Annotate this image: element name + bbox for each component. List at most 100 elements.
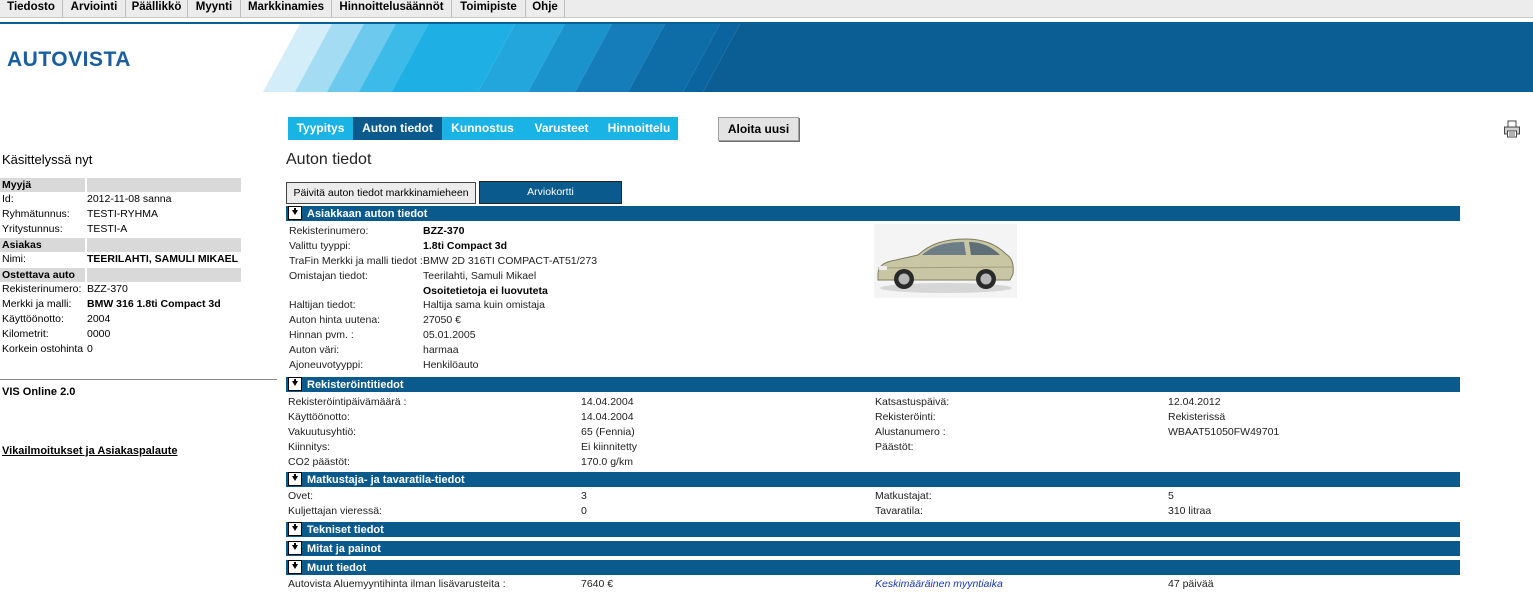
company-label: Yritystunnus: — [2, 223, 63, 235]
seller-header: Myyjä — [0, 178, 241, 192]
left-divider — [0, 379, 277, 380]
id-label: Id: — [2, 193, 14, 205]
customer-header: Asiakas — [0, 238, 241, 252]
avg-sales-time-wrapper: Keskimääräinen myyntiaika — [875, 577, 1003, 592]
download-icon[interactable] — [288, 206, 302, 220]
price-date-value: 05.01.2005 — [423, 329, 476, 341]
price-new-label: Auton hinta uutena: — [289, 314, 381, 326]
doors-value: 3 — [581, 490, 587, 502]
section-registration[interactable]: Rekisteröintitiedot — [286, 377, 1460, 392]
section-other[interactable]: Muut tiedot — [286, 560, 1460, 575]
autovista-logo[interactable]: AUTOVISTA — [7, 48, 131, 72]
tab-hinnoittelu[interactable]: Hinnoittelu — [600, 117, 678, 140]
vin-label: Alustanumero : — [875, 426, 946, 438]
trafin-label: TraFin Merkki ja malli tiedot : — [289, 255, 423, 267]
holder-value: Haltija sama kuin omistaja — [423, 299, 545, 311]
model-value: BMW 316 1.8ti Compact 3d — [87, 298, 221, 310]
section-title: Asiakkaan auton tiedot — [307, 208, 428, 220]
car-type-label: Valittu tyyppi: — [289, 240, 351, 252]
inspection-label: Katsastuspäivä: — [875, 396, 950, 408]
feedback-link[interactable]: Vikailmoitukset ja Asiakaspalaute — [2, 445, 177, 457]
name-value: TEERILAHTI, SAMULI MIKAEL — [87, 253, 239, 265]
car-photo — [874, 224, 1017, 298]
reg-date-label: Rekisteröintipäivämäärä : — [288, 396, 407, 408]
co2-value: 170.0 g/km — [581, 456, 633, 468]
color-label: Auton väri: — [289, 344, 340, 356]
price-date-label: Hinnan pvm. : — [289, 329, 354, 341]
menu-arviointi[interactable]: Arviointi — [63, 0, 126, 17]
tab-tyypitys[interactable]: Tyypitys — [288, 117, 353, 140]
menu-hinnoittelusaannot[interactable]: Hinnoittelusäännöt — [332, 0, 452, 17]
section-technical[interactable]: Tekniset tiedot — [286, 522, 1460, 537]
tab-varusteet[interactable]: Varusteet — [523, 117, 600, 140]
vehicle-type-value: Henkilöauto — [423, 359, 479, 371]
price-new-value: 27050 € — [423, 314, 461, 326]
model-label: Merkki ja malli: — [2, 298, 72, 310]
max-price-label: Korkein ostohinta — [2, 343, 84, 355]
vin-value: WBAAT51050FW49701 — [1168, 426, 1280, 438]
co2-label: CO2 päästöt: — [288, 456, 350, 468]
car-type-value: 1.8ti Compact 3d — [423, 240, 508, 252]
company-value: TESTI-A — [87, 223, 128, 235]
section-title: Rekisteröintitiedot — [307, 379, 404, 391]
printer-icon[interactable] — [1503, 120, 1521, 138]
download-icon[interactable] — [288, 377, 302, 391]
first-use-label: Käyttöönotto: — [2, 313, 64, 325]
menu-toimipiste[interactable]: Toimipiste — [452, 0, 526, 17]
color-value: harmaa — [423, 344, 459, 356]
section-title: Mitat ja painot — [307, 543, 381, 555]
car-reg-label: Rekisterinumero: — [289, 225, 369, 237]
reg-date-value: 14.04.2004 — [581, 396, 634, 408]
menu-markkinamies[interactable]: Markkinamies — [241, 0, 332, 17]
page-title: Auton tiedot — [286, 151, 372, 168]
menu-paallikko[interactable]: Päällikkö — [126, 0, 188, 17]
emissions-label: Päästöt: — [875, 441, 914, 453]
section-title: Muut tiedot — [307, 562, 367, 574]
tab-auton-tiedot[interactable]: Auton tiedot — [353, 117, 442, 140]
download-icon[interactable] — [288, 541, 302, 555]
download-icon[interactable] — [288, 522, 302, 536]
menu-myynti[interactable]: Myynti — [188, 0, 241, 17]
reg-value: BZZ-370 — [87, 283, 128, 295]
menu-bar: Tiedosto Arviointi Päällikkö Myynti Mark… — [0, 0, 1533, 18]
owner-label: Omistajan tiedot: — [289, 270, 368, 282]
section-dimensions[interactable]: Mitat ja painot — [286, 541, 1460, 556]
name-label: Nimi: — [2, 253, 26, 265]
header-banner: AUTOVISTA — [0, 22, 1533, 92]
km-value: 0000 — [87, 328, 111, 340]
reg-label: Rekisterinumero: — [2, 283, 82, 295]
avg-sales-time-link[interactable]: Keskimääräinen myyntiaika — [875, 578, 1003, 590]
vehicle-type-label: Ajoneuvotyyppi: — [289, 359, 364, 371]
customer-header-label: Asiakas — [2, 239, 42, 251]
group-value: TESTI-RYHMA — [87, 208, 158, 220]
current-case-title: Käsittelyssä nyt — [2, 152, 93, 167]
owner-note: Osoitetietoja ei luovuteta — [423, 285, 548, 297]
passengers-label: Matkustajat: — [875, 490, 932, 502]
menu-tiedosto[interactable]: Tiedosto — [0, 0, 63, 17]
vis-version-label: VIS Online 2.0 — [2, 386, 76, 398]
evaluation-card-button[interactable]: Arviokortti — [479, 181, 622, 204]
seller-header-label: Myyjä — [2, 179, 32, 191]
km-label: Kilometrit: — [2, 328, 49, 340]
menu-ohje[interactable]: Ohje — [526, 0, 565, 17]
holder-label: Haltijan tiedot: — [289, 299, 356, 311]
tab-kunnostus[interactable]: Kunnostus — [442, 117, 523, 140]
reg-first-use-value: 14.04.2004 — [581, 411, 634, 423]
section-title: Tekniset tiedot — [307, 524, 384, 536]
group-label: Ryhmätunnus: — [2, 208, 70, 220]
download-icon[interactable] — [288, 560, 302, 574]
trafin-value: BMW 2D 316TI COMPACT-AT51/273 — [423, 255, 598, 267]
section-customer-car[interactable]: Asiakkaan auton tiedot — [286, 206, 1460, 221]
inspection-value: 12.04.2012 — [1168, 396, 1221, 408]
new-evaluation-button[interactable]: Aloita uusi — [718, 117, 799, 141]
insurance-value: 65 (Fennia) — [581, 426, 635, 438]
update-to-market-button[interactable]: Päivitä auton tiedot markkinamieheen — [286, 182, 476, 204]
car-header-label: Ostettava auto — [2, 269, 75, 281]
lien-value: Ei kiinnitetty — [581, 441, 638, 453]
cargo-value: 310 litraa — [1168, 505, 1212, 517]
beside-driver-label: Kuljettajan vieressä: — [288, 505, 382, 517]
download-icon[interactable] — [288, 472, 302, 486]
first-use-value: 2004 — [87, 313, 111, 325]
section-passenger-cargo[interactable]: Matkustaja- ja tavaratila-tiedot — [286, 472, 1460, 487]
car-header: Ostettava auto — [0, 268, 241, 282]
